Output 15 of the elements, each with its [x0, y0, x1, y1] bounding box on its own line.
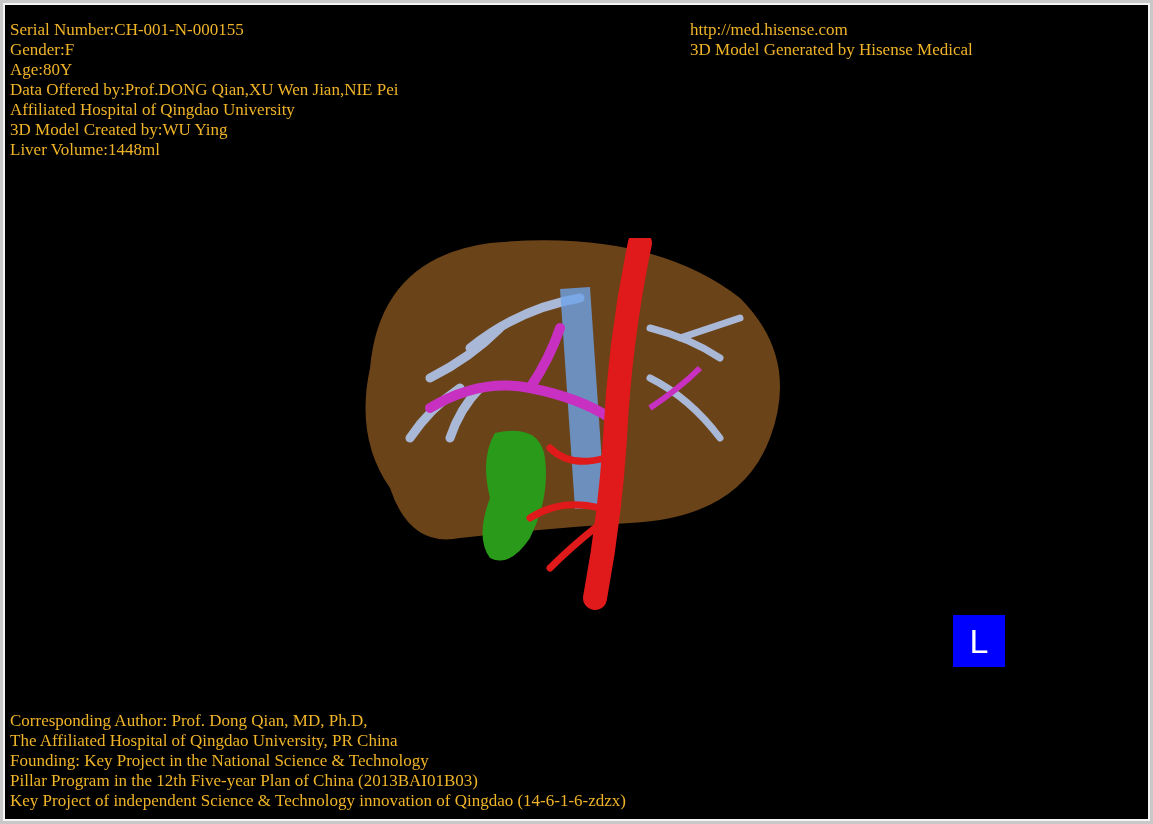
credit-text: Key Project of independent Science & Technology innovation of Qingdao (14-6-1-6-zdzx): [10, 791, 627, 811]
orientation-marker: L: [953, 615, 1005, 667]
info-text: Age:80Y: [10, 60, 74, 80]
credit-text: Pillar Program in the 12th Five-year Plan of China (2013BAI01B03): [10, 771, 479, 791]
website-text: http://med.hisense.com: [690, 20, 849, 40]
info-text: Affiliated Hospital of Qingdao University: [10, 100, 296, 120]
credit-text: Corresponding Author: Prof. Dong Qian, MD, Ph.D,: [10, 711, 369, 731]
info-text: Liver Volume:1448ml: [10, 140, 161, 160]
credit-text: The Affiliated Hospital of Qingdao University, PR China: [10, 731, 399, 751]
info-text: Serial Number:CH-001-N-000155: [10, 20, 245, 40]
caption-text: 3D Model Generated by Hisense Medical: [690, 40, 973, 60]
info-text: Data Offered by:Prof.DONG Qian,XU Wen Jian,NIE Pei: [10, 80, 400, 100]
info-text: 3D Model Created by:WU Ying: [10, 120, 229, 140]
info-text: Gender:F: [10, 40, 76, 60]
credit-text: Founding: Key Project in the National Science & Technology: [10, 751, 430, 771]
